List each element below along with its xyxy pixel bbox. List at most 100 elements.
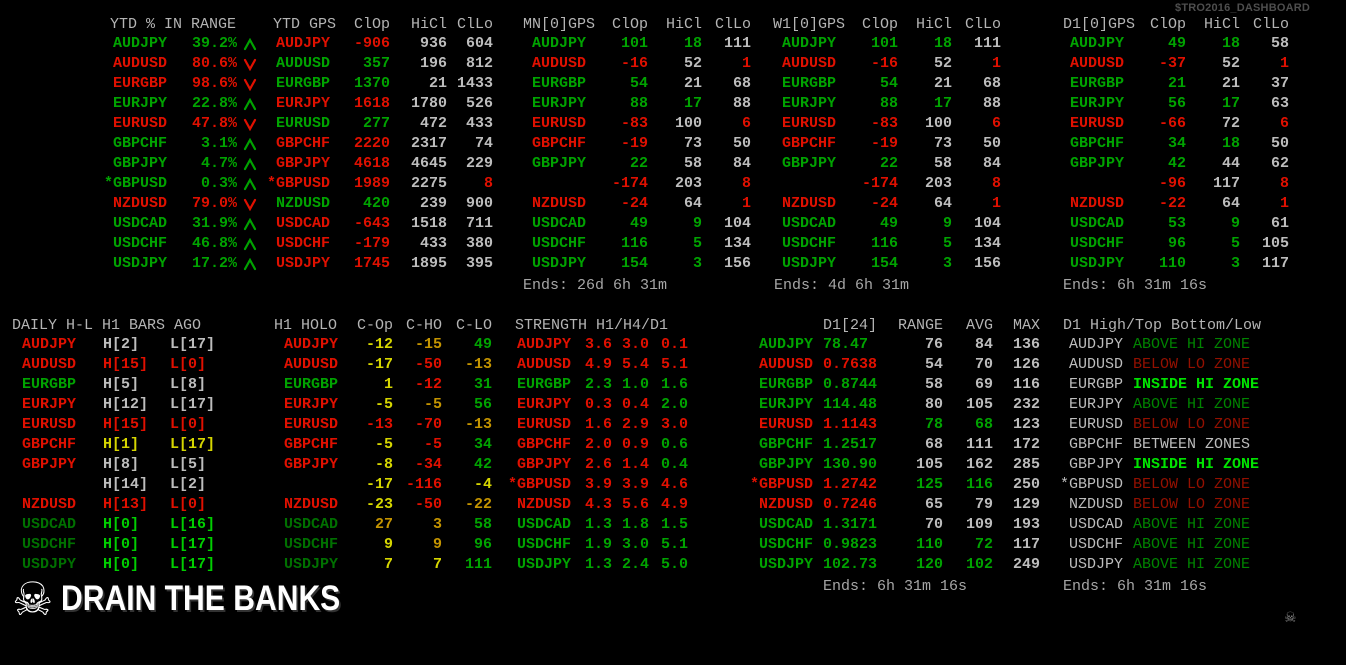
value-cell: 22 <box>879 155 898 172</box>
value-cell: L[16] <box>170 516 216 533</box>
value-cell: 193 <box>1012 516 1040 533</box>
symbol-label: AUDJPY <box>781 35 836 52</box>
value-cell: 64 <box>1221 195 1240 212</box>
value-cell: -24 <box>870 195 898 212</box>
value-cell: 0.6 <box>660 436 688 453</box>
value-cell: 249 <box>1012 556 1040 573</box>
value-cell: 102 <box>965 556 993 573</box>
table-row-usdcad: USDCAD 1.3 1.8 1.5 <box>505 515 688 535</box>
value-cell: 101 <box>620 35 648 52</box>
symbol-label: USDCHF <box>1069 235 1124 252</box>
table-row-gbpusd: GBPUSD -174 203 8 <box>770 174 1001 194</box>
value-cell: 117 <box>1261 255 1289 272</box>
value-cell: L[17] <box>170 536 216 553</box>
value-cell: 126 <box>1012 356 1040 373</box>
table-row-nzdusd: NZDUSD -22 64 1 <box>1058 194 1289 214</box>
symbol-label: GBPUSD <box>781 175 836 192</box>
value-cell: L[0] <box>170 496 207 513</box>
table-row-usdjpy: USDJPY 1745 1895 395 <box>264 254 493 274</box>
table-row-audusd: AUDUSD 0.7638 54 70 126 <box>745 355 1040 375</box>
table-row-nzdusd: NZDUSD -24 64 1 <box>770 194 1001 214</box>
table-row-eurusd: EURUSD -83 100 6 <box>520 114 751 134</box>
table-header-row: W1[0]GPS ClOp HiCl ClLo <box>770 15 1001 34</box>
symbol-label: EURJPY <box>21 396 76 413</box>
value-cell: 285 <box>1012 456 1040 473</box>
table-row-audjpy: AUDJPY 39.2% <box>96 34 263 54</box>
countdown-label: Ends: 6h 31m 16s <box>823 578 968 595</box>
value-cell: 52 <box>1221 55 1240 72</box>
value-cell: 101 <box>870 35 898 52</box>
table-row-eurgbp: EURGBP 1370 21 1433 <box>264 74 493 94</box>
value-cell: 433 <box>419 235 447 252</box>
value-cell: 31 <box>473 376 492 393</box>
symbol-label: EURGBP <box>1069 75 1124 92</box>
value-cell: -19 <box>870 135 898 152</box>
symbol-label: NZDUSD <box>758 496 813 513</box>
value-cell: 111 <box>464 556 492 573</box>
panel-daily-hl: DAILY H-L H1 BARS AGO AUDJPY H[2] L[17] AUDU… <box>10 316 250 575</box>
value-cell: 117 <box>1212 175 1240 192</box>
value-cell: 1.4 <box>621 456 649 473</box>
symbol-label: AUDUSD <box>275 55 330 72</box>
zone-cell: BELOW LO ZONE <box>1133 476 1251 493</box>
value-cell: 21 <box>428 75 447 92</box>
value-cell: -22 <box>464 496 492 513</box>
table-row-audusd: AUDUSD H[15] L[0] <box>10 355 250 375</box>
value-cell: 52 <box>683 55 702 72</box>
table-row-eurjpy: EURJPY 114.48 80 105 232 <box>745 395 1040 415</box>
value-cell: -5 <box>374 436 393 453</box>
table-row-usdchf: USDCHF 116 5 134 <box>770 234 1001 254</box>
value-cell: 1745 <box>353 255 390 272</box>
trend-up-icon <box>237 237 263 251</box>
column-header: W1[0]GPS <box>773 16 846 33</box>
zone-cell: INSIDE HI ZONE <box>1133 456 1260 473</box>
table-row-eurusd: EURUSD -13 -70 -13 <box>271 415 492 435</box>
symbol-label: USDCHF <box>1068 536 1123 553</box>
value-cell: 88 <box>629 95 648 112</box>
value-cell: 1.1143 <box>823 416 878 433</box>
value-cell: 53 <box>1167 215 1186 232</box>
value-cell: 58 <box>473 516 492 533</box>
table-row-eurgbp: EURGBP H[5] L[8] <box>10 375 250 395</box>
value-cell: 50 <box>732 135 751 152</box>
value-cell: 1 <box>741 195 751 212</box>
value-cell: 1.6 <box>660 376 688 393</box>
value-cell: 0.4 <box>621 396 649 413</box>
value-cell: -19 <box>620 135 648 152</box>
trend-up-icon <box>237 177 263 191</box>
value-cell: 34 <box>473 436 492 453</box>
value-cell: 111 <box>973 35 1001 52</box>
watermark: $TRO2016_DASHBOARD <box>1175 2 1311 14</box>
value-cell: 8 <box>1279 175 1289 192</box>
value-cell: 1618 <box>353 95 390 112</box>
table-row-gbpchf: GBPCHF BETWEEN ZONES <box>1054 435 1333 455</box>
value-cell: 1 <box>1279 195 1289 212</box>
column-header: HiCl <box>410 16 447 33</box>
table-row-audusd: AUDUSD -17 -50 -13 <box>271 355 492 375</box>
symbol-label: USDCHF <box>781 235 836 252</box>
value-cell: 136 <box>1012 336 1040 353</box>
table-row-nzdusd: NZDUSD -23 -50 -22 <box>271 495 492 515</box>
value-cell: 117 <box>1012 536 1040 553</box>
value-cell: 1433 <box>456 75 493 92</box>
trend-up-icon <box>237 37 263 51</box>
value-cell: 105 <box>1261 235 1289 252</box>
value-cell: 380 <box>465 235 493 252</box>
symbol-label: USDCAD <box>781 215 836 232</box>
table-row-gbpjpy: GBPJPY 4618 4645 229 <box>264 154 493 174</box>
value-cell: 49 <box>629 215 648 232</box>
value-cell: H[13] <box>103 496 149 513</box>
value-cell: 5.4 <box>621 356 649 373</box>
value-cell: 62 <box>1270 155 1289 172</box>
value-cell: 0.9823 <box>823 536 878 553</box>
value-cell: 73 <box>683 135 702 152</box>
symbol-label: USDCHF <box>21 536 76 553</box>
column-header: ClOp <box>611 16 648 33</box>
value-cell: -37 <box>1158 55 1186 72</box>
value-cell: L[0] <box>170 356 207 373</box>
symbol-label: GBPCHF <box>275 135 330 152</box>
table-row-gbpchf: GBPCHF 2220 2317 74 <box>264 134 493 154</box>
symbol-label: EURJPY <box>516 396 571 413</box>
table-row-eurjpy: EURJPY 88 17 88 <box>520 94 751 114</box>
table-row-usdjpy: USDJPY 154 3 156 <box>770 254 1001 274</box>
